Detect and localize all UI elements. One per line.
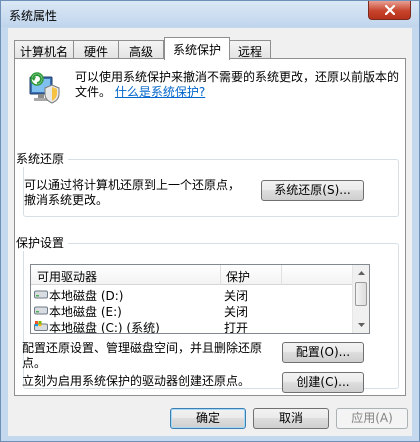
drive-name: 本地磁盘 (C:) (系统) (49, 321, 160, 334)
system-restore-button[interactable]: 系统还原(S)... (261, 180, 364, 201)
protection-settings-title: 保护设置 (16, 234, 69, 251)
column-separator[interactable] (220, 265, 221, 285)
drive-row-c[interactable]: 本地磁盘 (C:) (系统) 打开 (31, 318, 353, 334)
ok-button[interactable]: 确定 (170, 408, 246, 429)
dialog-client-area: 计算机名 硬件 高级 系统保护 远程 可以使用系统保护来撤消不需要的系统更改，还… (8, 28, 412, 436)
scroll-up-button[interactable] (353, 265, 369, 281)
system-protection-icon (29, 72, 60, 104)
drive-row-d[interactable]: 本地磁盘 (D:) 关闭 (31, 286, 353, 303)
scroll-up-icon (357, 271, 365, 275)
drive-list[interactable]: 可用驱动器 保护 本地磁盘 (D:) 关闭 本地磁盘 (E:) 关闭 本地磁盘 … (30, 264, 370, 334)
tab-hardware[interactable]: 硬件 (73, 40, 119, 59)
cancel-button[interactable]: 取消 (253, 408, 329, 429)
tab-label: 远程 (237, 45, 262, 59)
drive-list-scrollbar[interactable] (352, 265, 369, 333)
create-button[interactable]: 创建(C)... (282, 372, 364, 393)
system-drive-icon (34, 321, 48, 331)
column-protection[interactable]: 保护 (226, 268, 250, 285)
system-restore-group: 系统还原 可以通过将计算机还原到上一个还原点，撤消系统更改。 系统还原(S)..… (16, 150, 399, 217)
drive-list-header: 可用驱动器 保护 (31, 265, 353, 285)
system-properties-window: 系统属性 计算机名 硬件 高级 系统保护 远程 可以使用系统保护来撤消不需要的系… (0, 0, 420, 442)
scroll-down-icon (357, 323, 365, 327)
drive-icon (34, 306, 48, 315)
tab-label: 计算机名 (19, 45, 68, 59)
column-available-drives[interactable]: 可用驱动器 (37, 268, 97, 285)
column-separator[interactable] (281, 265, 282, 285)
tab-system-protection[interactable]: 系统保护 (164, 37, 230, 60)
tab-label: 硬件 (83, 45, 108, 59)
close-icon (384, 5, 395, 15)
info-text: 可以使用系统保护来撤消不需要的系统更改，还原以前版本的文件。 什么是系统保护? (75, 70, 401, 100)
tab-label: 系统保护 (172, 43, 221, 57)
drive-icon (34, 290, 48, 299)
apply-button[interactable]: 应用(A) (336, 408, 408, 429)
tab-label: 高级 (128, 45, 153, 59)
title-bar[interactable]: 系统属性 (1, 1, 419, 27)
create-description: 立刻为启用系统保护的驱动器创建还原点。 (22, 374, 251, 388)
drive-row-e[interactable]: 本地磁盘 (E:) 关闭 (31, 302, 353, 319)
tab-remote[interactable]: 远程 (229, 40, 271, 59)
system-restore-title: 系统还原 (16, 150, 69, 167)
scroll-thumb[interactable] (355, 282, 367, 306)
configure-button[interactable]: 配置(O)... (282, 342, 364, 363)
drive-protection-status: 打开 (224, 321, 249, 334)
system-protection-panel: 可以使用系统保护来撤消不需要的系统更改，还原以前版本的文件。 什么是系统保护? … (14, 58, 406, 396)
close-button[interactable] (368, 1, 411, 20)
tab-strip: 计算机名 硬件 高级 系统保护 远程 (14, 37, 406, 60)
window-title: 系统属性 (9, 9, 58, 23)
tab-computer-name[interactable]: 计算机名 (14, 40, 74, 59)
scroll-down-button[interactable] (353, 317, 369, 333)
system-restore-description: 可以通过将计算机还原到上一个还原点，撤消系统更改。 (24, 178, 241, 207)
what-is-system-protection-link[interactable]: 什么是系统保护? (115, 85, 205, 99)
protection-settings-group: 保护设置 可用驱动器 保护 本地磁盘 (D:) 关闭 本地磁盘 (E:) 关闭 … (16, 234, 399, 393)
configure-description: 配置还原设置、管理磁盘空间，并且删除还原点。 (22, 341, 263, 370)
tab-advanced[interactable]: 高级 (118, 40, 164, 59)
